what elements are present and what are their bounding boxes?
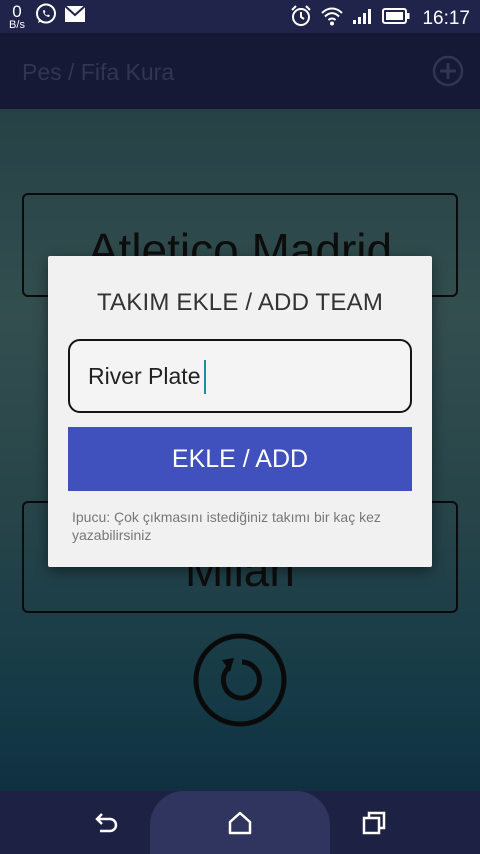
network-speed-value: 0	[12, 1, 22, 21]
signal-icon	[352, 7, 374, 30]
battery-icon	[382, 8, 410, 29]
network-speed-unit: B/s	[9, 18, 25, 31]
dialog-title: TAKIM EKLE / ADD TEAM	[96, 289, 384, 316]
dialog-hint: Ipucu: Çok çıkmasını istediğiniz takımı …	[72, 509, 381, 543]
add-team-dialog: TAKIM EKLE / ADD TEAM EKLE / ADD Ipucu: …	[48, 256, 432, 567]
whatsapp-icon	[34, 2, 58, 31]
mail-icon	[64, 5, 86, 28]
navigation-bar	[0, 791, 480, 854]
add-team-button[interactable]: EKLE / ADD	[68, 427, 412, 491]
status-bar: 0 B/s 16:17	[0, 0, 480, 33]
status-time: 16:17	[422, 7, 470, 29]
status-bar-left: 0 B/s	[6, 2, 86, 31]
team-name-input[interactable]	[68, 339, 412, 413]
status-bar-right: 16:17	[282, 5, 470, 32]
network-speed: 0 B/s	[6, 3, 28, 31]
wifi-icon	[320, 6, 344, 31]
alarm-icon	[290, 5, 312, 32]
back-icon[interactable]	[92, 809, 120, 837]
home-icon[interactable]	[226, 809, 254, 837]
recent-apps-icon[interactable]	[360, 809, 388, 837]
text-cursor	[204, 360, 206, 394]
